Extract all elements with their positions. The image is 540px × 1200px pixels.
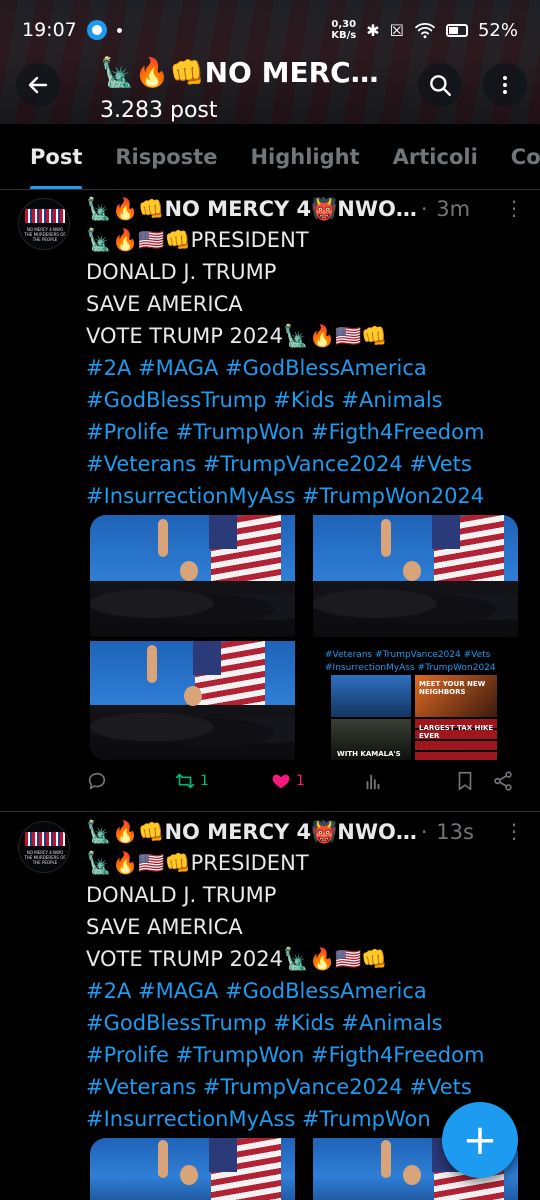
bookmark-icon bbox=[458, 771, 472, 791]
search-icon bbox=[430, 75, 451, 96]
collage-image: MEET YOUR NEW NEIGHBORS bbox=[415, 675, 497, 717]
back-button[interactable] bbox=[16, 63, 60, 107]
search-button[interactable] bbox=[418, 63, 462, 107]
tab-post[interactable]: Post bbox=[30, 124, 83, 189]
tab-articoli[interactable]: Articoli bbox=[393, 124, 478, 189]
post-time: 3m bbox=[436, 197, 471, 221]
more-options-button[interactable] bbox=[483, 63, 527, 107]
battery-level: 52% bbox=[477, 19, 518, 41]
bluetooth-icon: ✱ bbox=[366, 20, 380, 40]
repost-count: 1 bbox=[200, 773, 209, 789]
analytics-icon bbox=[366, 774, 380, 790]
status-bar: 19:07 0,30 KB/s ✱ ☒ 52% bbox=[0, 0, 540, 60]
plus-icon: + bbox=[462, 1115, 498, 1164]
hashtag-line[interactable]: #Prolife #TrumpWon #Figth4Freedom bbox=[86, 416, 526, 448]
reply-button[interactable] bbox=[86, 770, 108, 792]
wifi-icon bbox=[415, 23, 435, 39]
network-speed: 0,30 KB/s bbox=[331, 19, 357, 41]
author-name[interactable]: 🗽🔥👊NO MERCY 4👹NWO… bbox=[86, 820, 417, 844]
bookmark-button[interactable] bbox=[454, 770, 476, 792]
collage-image: WITH KAMALA'S bbox=[331, 719, 411, 760]
media-photo-1[interactable] bbox=[90, 515, 295, 637]
post-count: 3.283 post bbox=[100, 98, 218, 123]
like-button[interactable]: 1 bbox=[270, 770, 305, 792]
clock: 19:07 bbox=[22, 19, 77, 41]
author-name[interactable]: 🗽🔥👊NO MERCY 4👹NWO… bbox=[86, 197, 417, 221]
media-collage[interactable]: #Veterans #TrumpVance2024 #Vets #Insurre… bbox=[295, 641, 505, 760]
repost-icon bbox=[175, 773, 195, 789]
media-photo-1[interactable] bbox=[90, 1138, 295, 1200]
share-button[interactable] bbox=[492, 770, 514, 792]
collage-image bbox=[331, 675, 411, 717]
app-notification-icon bbox=[86, 20, 107, 40]
post-header: 🗽🔥👊NO MERCY 4👹NWO… · 13s bbox=[86, 820, 474, 844]
hashtag-line[interactable]: #InsurrectionMyAss #TrumpWon2024 bbox=[86, 480, 526, 512]
profile-title: 🗽🔥👊NO MERC… bbox=[100, 56, 379, 89]
tab-risposte[interactable]: Risposte bbox=[115, 124, 217, 189]
avatar[interactable]: NO MERCY 4 NWO THE MURDERERS OF THE PEOP… bbox=[18, 198, 70, 250]
hashtag-line[interactable]: #GodBlessTrump #Kids #Animals bbox=[86, 1007, 526, 1039]
profile-tabs: Post Risposte Highlight Articoli Co bbox=[0, 124, 540, 190]
like-count: 1 bbox=[296, 773, 305, 789]
post-actions: 1 1 bbox=[80, 770, 520, 802]
share-icon bbox=[494, 771, 512, 791]
hashtags: #2A #MAGA #GodBlessAmerica #GodBlessTrum… bbox=[86, 352, 526, 512]
battery-icon bbox=[445, 23, 468, 37]
post-time: 13s bbox=[436, 820, 474, 844]
hashtag-line[interactable]: #GodBlessTrump #Kids #Animals bbox=[86, 384, 526, 416]
hashtag-line[interactable]: #2A #MAGA #GodBlessAmerica bbox=[86, 352, 526, 384]
hashtag-line[interactable]: #Prolife #TrumpWon #Figth4Freedom bbox=[86, 1039, 526, 1071]
post-text: 🗽🔥🇺🇸👊PRESIDENT DONALD J. TRUMP SAVE AMER… bbox=[86, 224, 526, 512]
post[interactable]: NO MERCY 4 NWO THE MURDERERS OF THE PEOP… bbox=[0, 190, 540, 812]
hashtag-line[interactable]: #Veterans #TrumpVance2024 #Vets bbox=[86, 448, 526, 480]
compose-post-button[interactable]: + bbox=[442, 1102, 518, 1178]
repost-button[interactable]: 1 bbox=[174, 770, 209, 792]
sim-off-icon: ☒ bbox=[389, 20, 404, 40]
hashtag-line[interactable]: #2A #MAGA #GodBlessAmerica bbox=[86, 975, 526, 1007]
avatar[interactable]: NO MERCY 4 NWO THE MURDERERS OF THE PEOP… bbox=[18, 821, 70, 873]
media-photo-2[interactable] bbox=[313, 515, 518, 637]
media-grid[interactable]: #Veterans #TrumpVance2024 #Vets #Insurre… bbox=[90, 515, 518, 760]
tab-media[interactable]: Co bbox=[511, 124, 540, 189]
media-photo-3[interactable] bbox=[90, 641, 295, 760]
hashtag-line[interactable]: #Veterans #TrumpVance2024 #Vets bbox=[86, 1071, 526, 1103]
reply-icon bbox=[88, 772, 106, 790]
collage-image: LARGEST TAX HIKE EVER bbox=[415, 719, 497, 760]
post-header: 🗽🔥👊NO MERCY 4👹NWO… · 3m bbox=[86, 197, 471, 221]
more-vertical-icon bbox=[503, 76, 507, 94]
notification-dot-icon bbox=[116, 27, 122, 33]
tab-highlight[interactable]: Highlight bbox=[250, 124, 359, 189]
post-more-icon[interactable]: ⋮ bbox=[504, 196, 524, 220]
post-more-icon[interactable]: ⋮ bbox=[504, 819, 524, 843]
post-text: 🗽🔥🇺🇸👊PRESIDENT DONALD J. TRUMP SAVE AMER… bbox=[86, 847, 526, 1135]
arrow-left-icon bbox=[28, 76, 48, 94]
views-button[interactable] bbox=[362, 770, 384, 792]
heart-icon bbox=[272, 774, 290, 789]
